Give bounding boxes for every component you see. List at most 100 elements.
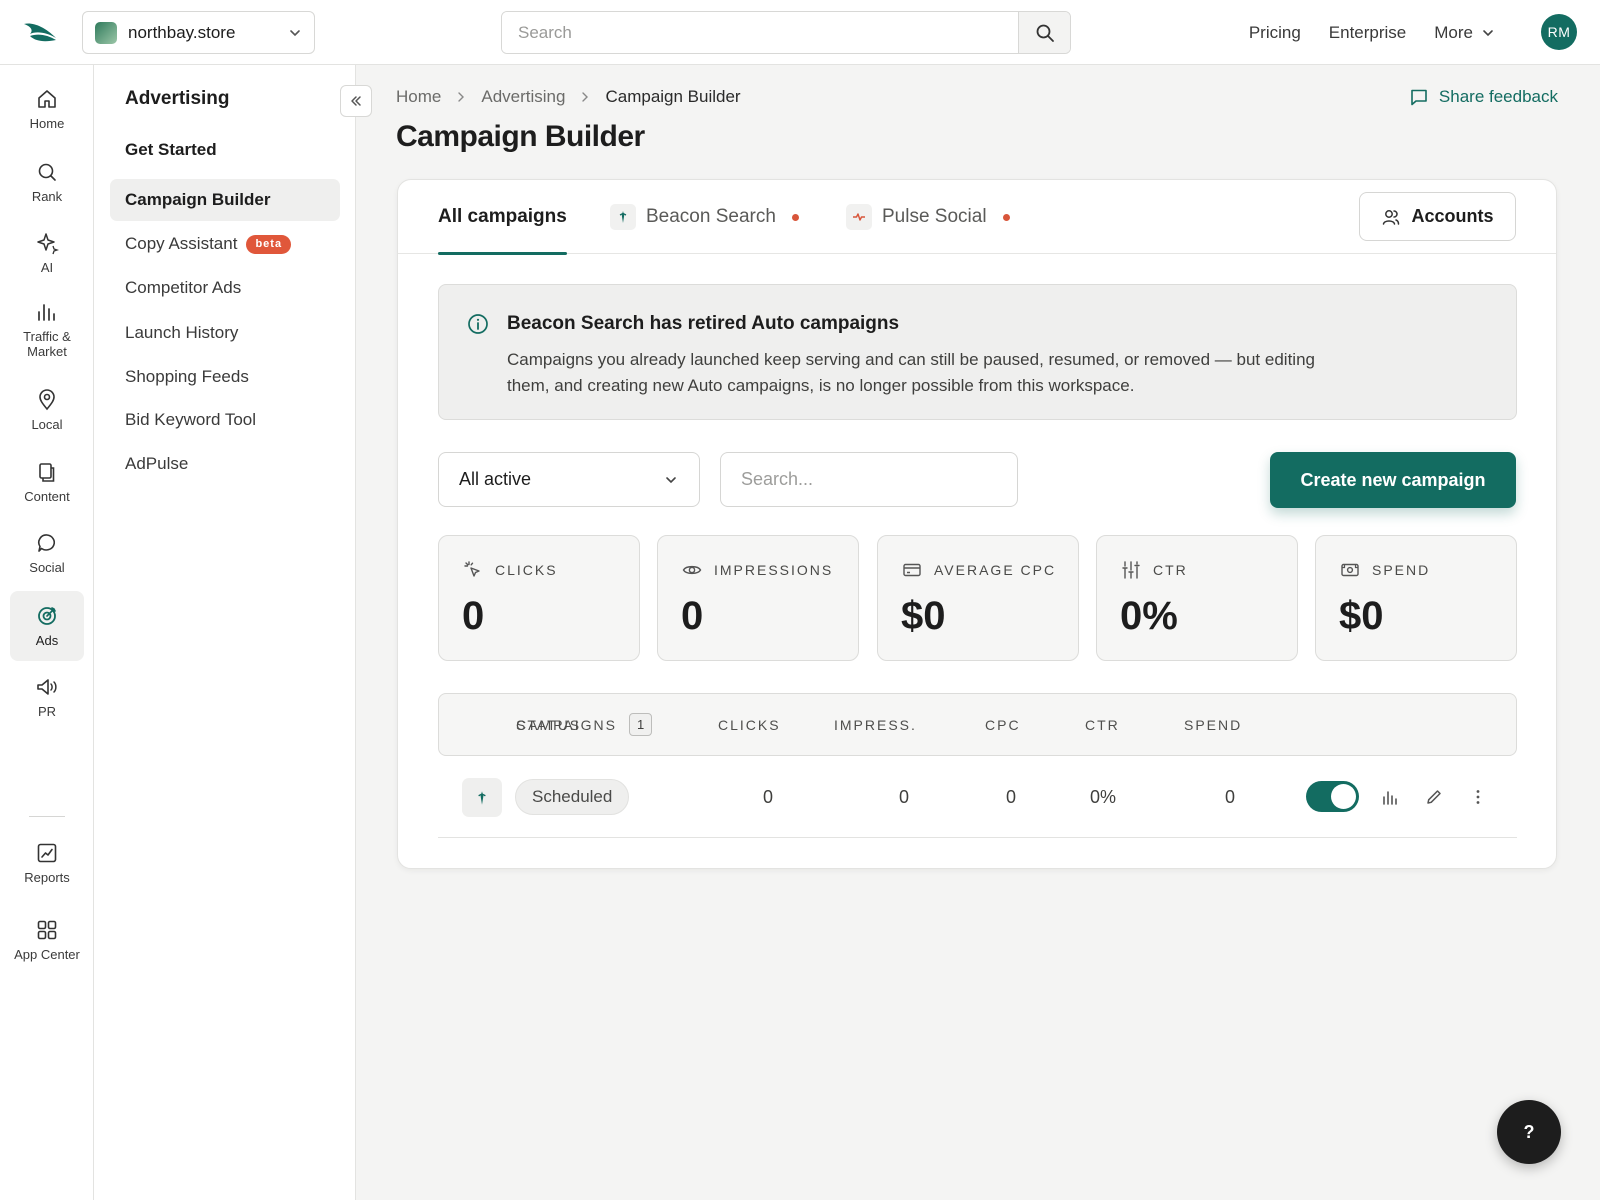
share-feedback-link[interactable]: Share feedback <box>1409 87 1558 107</box>
campaign-search-input[interactable] <box>720 452 1018 507</box>
rail-item-app-center[interactable]: App Center <box>10 901 84 979</box>
rail-label: Rank <box>31 189 63 204</box>
search-icon <box>1036 24 1054 42</box>
megaphone-icon <box>37 679 57 695</box>
documents-icon <box>39 463 55 482</box>
page-title: Campaign Builder <box>396 120 645 153</box>
sidebar-item-get-started[interactable]: Get Started <box>110 129 340 171</box>
sidebar-item-adpulse[interactable]: AdPulse <box>110 443 340 485</box>
rail-label: Ads <box>35 633 59 648</box>
column-header-status[interactable]: STATUS <box>516 694 581 755</box>
nav-more-menu[interactable]: More <box>1434 23 1495 43</box>
beta-badge: beta <box>246 234 292 254</box>
tab-label: All campaigns <box>438 206 567 227</box>
chevron-right-icon <box>458 92 465 102</box>
collapse-sidebar-button[interactable] <box>340 85 372 117</box>
beacon-icon <box>462 778 502 817</box>
accounts-button[interactable]: Accounts <box>1359 192 1516 241</box>
tab-alert-dot <box>791 213 799 221</box>
stat-card-clicks: CLICKS 0 <box>438 535 640 661</box>
eye-icon <box>682 565 702 575</box>
edit-campaign-button[interactable] <box>1421 784 1447 810</box>
breadcrumb-home[interactable]: Home <box>396 87 441 107</box>
create-campaign-button[interactable]: Create new campaign <box>1270 452 1516 508</box>
beacon-icon <box>610 204 636 230</box>
column-header-ctr[interactable]: CTR <box>1085 694 1120 755</box>
rail-item-pr[interactable]: PR <box>10 663 84 731</box>
stat-header: CTR <box>1121 560 1188 580</box>
column-header-cpc[interactable]: CPC <box>985 694 1021 755</box>
tab-pulse-social[interactable]: Pulse Social <box>846 180 1010 254</box>
stat-label: AVERAGE CPC <box>934 562 1057 578</box>
rail-item-rank[interactable]: Rank <box>10 148 84 216</box>
chevron-down-icon <box>1483 29 1493 36</box>
rail-label: App Center <box>14 947 80 962</box>
cell-spend: 0 <box>1225 786 1236 807</box>
rail-item-content[interactable]: Content <box>10 448 84 516</box>
top-bar: northbay.store Pricing Enterprise More R… <box>0 0 1600 65</box>
home-icon <box>38 90 56 108</box>
stat-value: 0 <box>462 594 485 638</box>
site-picker[interactable]: northbay.store <box>82 11 315 54</box>
breadcrumb-advertising[interactable]: Advertising <box>481 87 565 107</box>
status-pill: Scheduled <box>515 779 630 815</box>
rail-item-home[interactable]: Home <box>10 75 84 143</box>
brand-logo-icon[interactable] <box>22 18 60 46</box>
more-actions-button[interactable] <box>1465 784 1491 810</box>
chat-bubble-icon <box>38 534 56 552</box>
info-icon <box>468 314 488 334</box>
tab-all-campaigns[interactable]: All campaigns <box>438 180 567 255</box>
site-name: northbay.store <box>128 22 236 42</box>
stat-card-impressions: IMPRESSIONS 0 <box>657 535 859 661</box>
cell-impressions: 0 <box>899 786 910 807</box>
campaign-enabled-toggle[interactable] <box>1306 781 1359 812</box>
sidebar-item-label: Copy Assistant <box>125 234 238 253</box>
rail-item-traffic-market[interactable]: Traffic & Market <box>10 291 84 367</box>
overlapping-header-cell: CAMPAIGNS 1 STATUS <box>516 694 666 755</box>
nav-pricing-link[interactable]: Pricing <box>1249 23 1301 43</box>
status-filter-select[interactable]: All active <box>438 452 700 507</box>
stat-label: CLICKS <box>495 562 558 578</box>
nav-more-label: More <box>1434 22 1473 42</box>
nav-enterprise-link[interactable]: Enterprise <box>1329 23 1406 43</box>
rail-item-social[interactable]: Social <box>10 519 84 587</box>
notice-body: Campaigns you already launched keep serv… <box>507 350 1315 395</box>
rail-label: Content <box>24 489 70 504</box>
rail-item-ai[interactable]: AI <box>10 219 84 287</box>
table-row[interactable]: Scheduled 0 0 0 0% 0 <box>438 756 1517 838</box>
column-header-spend[interactable]: SPEND <box>1184 694 1242 755</box>
sidebar-item-campaign-builder[interactable]: Campaign Builder <box>110 179 340 221</box>
chevron-down-icon <box>666 476 676 483</box>
sidebar-item-bid-keyword-tool[interactable]: Bid Keyword Tool <box>110 399 340 441</box>
view-stats-button[interactable] <box>1377 784 1403 810</box>
pencil-icon <box>1427 790 1441 804</box>
sidebar-item-launch-history[interactable]: Launch History <box>110 312 340 354</box>
rail-label: Local <box>31 417 63 432</box>
sidebar-item-competitor-ads[interactable]: Competitor Ads <box>110 267 340 309</box>
help-button[interactable]: ? <box>1497 1100 1561 1164</box>
column-header-impressions[interactable]: IMPRESS. <box>834 694 917 755</box>
site-favicon <box>95 21 117 44</box>
tab-label: Pulse Social <box>882 206 987 227</box>
global-search-input[interactable] <box>502 12 1018 53</box>
notice-title: Beacon Search has retired Auto campaigns <box>507 313 900 334</box>
sidebar-item-shopping-feeds[interactable]: Shopping Feeds <box>110 356 340 398</box>
primary-rail: Home Rank AI Traffic & Market Local Cont… <box>0 65 94 1200</box>
global-search-button[interactable] <box>1018 12 1070 53</box>
rail-item-reports[interactable]: Reports <box>10 829 84 897</box>
column-header-clicks[interactable]: CLICKS <box>718 694 781 755</box>
global-search <box>501 11 1071 54</box>
grid-icon <box>37 920 57 940</box>
stat-value: 0% <box>1120 594 1178 638</box>
search-icon <box>38 163 56 181</box>
pulse-icon <box>846 204 872 230</box>
user-avatar[interactable]: RM <box>1541 14 1577 50</box>
tab-beacon-search[interactable]: Beacon Search <box>610 180 799 254</box>
advertising-sidebar: Advertising Get Started Campaign Builder… <box>94 65 372 1200</box>
rail-item-ads[interactable]: Ads <box>10 591 84 661</box>
sidebar-item-copy-assistant[interactable]: Copy Assistant beta <box>110 223 340 265</box>
breadcrumb: Home Advertising Campaign Builder <box>396 87 741 107</box>
bar-chart-icon <box>1383 791 1397 805</box>
rail-label: Traffic & Market <box>23 328 71 359</box>
rail-item-local[interactable]: Local <box>10 376 84 444</box>
